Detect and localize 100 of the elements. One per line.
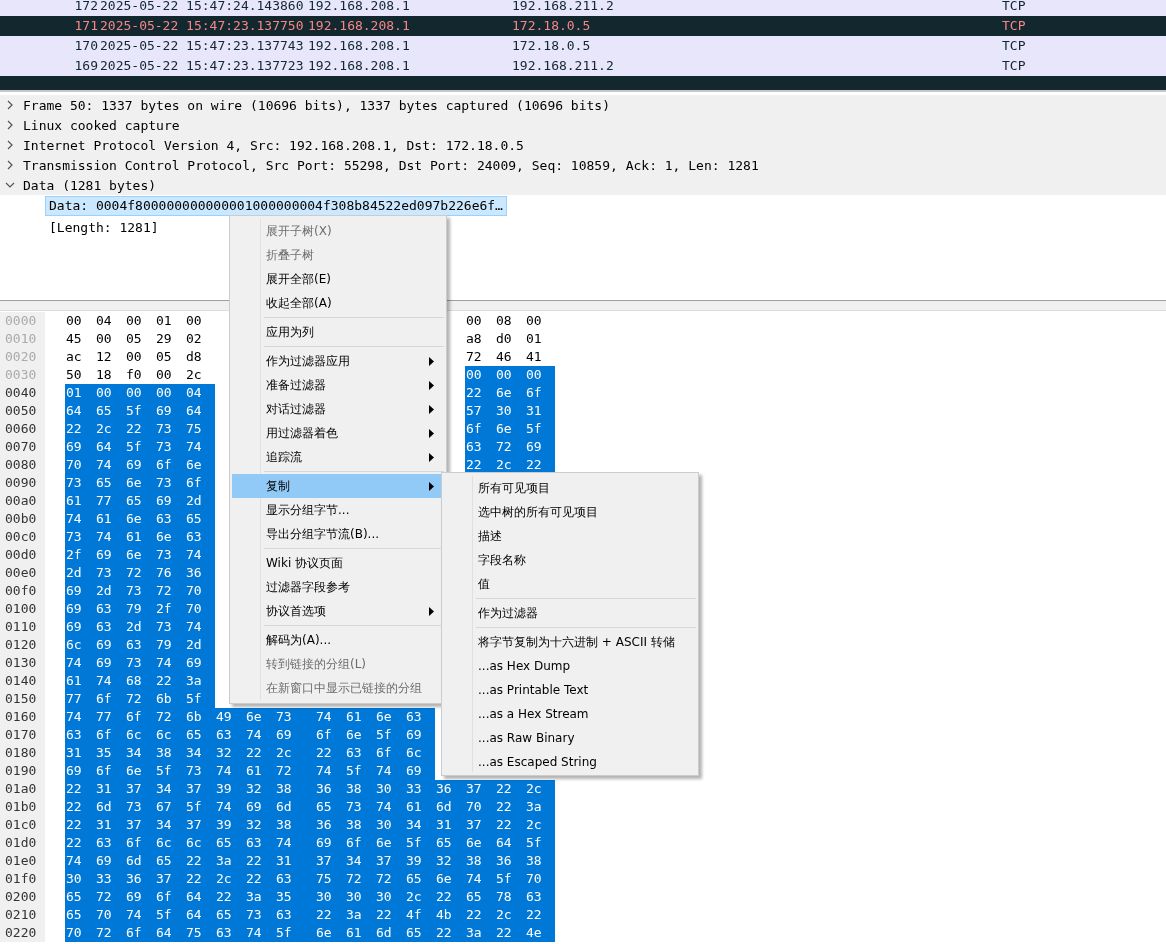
chevron-icon[interactable] (5, 100, 15, 110)
hex-offset: 0030 (0, 366, 45, 384)
hex-byte: 65 (185, 510, 215, 528)
hex-byte: 74 (95, 456, 125, 474)
hex-byte: 30 (375, 816, 405, 834)
packet-number: 172 (73, 0, 98, 15)
chevron-icon[interactable] (5, 180, 15, 190)
menu-item[interactable]: 作为过滤器应用 (232, 349, 444, 373)
menu-item[interactable]: 复制 (232, 474, 444, 498)
hex-byte: 79 (155, 636, 185, 654)
hex-byte: 01 (525, 330, 543, 348)
hex-byte: 22 (315, 744, 345, 762)
hex-offset: 0210 (0, 906, 45, 924)
hex-byte: 65 (315, 798, 345, 816)
hex-byte: 22 (435, 924, 465, 942)
menu-item[interactable]: 显示分组字节... (232, 498, 444, 522)
hex-byte: 22 (465, 384, 495, 402)
menu-item[interactable]: 字段名称 (444, 548, 696, 572)
hex-byte: 73 (125, 654, 155, 672)
hex-byte: 6e (245, 708, 275, 726)
hex-byte: 22 (495, 798, 525, 816)
submenu-arrow-icon (429, 452, 434, 462)
menu-item[interactable]: 用过滤器着色 (232, 421, 444, 445)
hex-byte: 69 (275, 726, 315, 744)
hex-byte: 22 (495, 780, 525, 798)
hex-byte: 69 (125, 888, 155, 906)
hex-byte: 2c (275, 744, 315, 762)
hex-byte: 36 (315, 816, 345, 834)
hex-byte: 61 (95, 510, 125, 528)
menu-item[interactable]: 将字节复制为十六进制 + ASCII 转储 (444, 630, 696, 654)
menu-item[interactable]: 协议首选项 (232, 599, 444, 623)
hex-byte: 22 (65, 780, 95, 798)
hex-offset: 01b0 (0, 798, 45, 816)
packet-row[interactable]: 169 2025-05-22 15:47:23.137723 192.168.208.1 192.168.211.2 TCP (0, 56, 1166, 76)
menu-item[interactable]: ...as a Hex Stream (444, 702, 696, 726)
tree-item[interactable]: [Length: 1281] (45, 218, 163, 238)
menu-item[interactable]: 值 (444, 572, 696, 596)
packet-row[interactable]: 170 2025-05-22 15:47:23.137743 192.168.208.1 172.18.0.5 TCP (0, 36, 1166, 56)
hex-byte: 70 (185, 582, 215, 600)
hex-byte: 64 (155, 924, 185, 942)
menu-item[interactable]: 作为过滤器 (444, 601, 696, 625)
hex-byte: 36 (185, 564, 215, 582)
hex-byte: 72 (155, 582, 185, 600)
hex-byte: 32 (245, 780, 275, 798)
hex-byte: 6f (155, 888, 185, 906)
hex-byte: 69 (65, 438, 95, 456)
packet-number: 171 (73, 17, 98, 35)
packet-row[interactable]: 171 2025-05-22 15:47:23.137750 192.168.208.1 172.18.0.5 TCP (0, 16, 1166, 36)
hex-offset: 00b0 (0, 510, 45, 528)
menu-item[interactable]: 追踪流 (232, 445, 444, 469)
hex-byte: 33 (95, 870, 125, 888)
hex-byte: 6c (65, 636, 95, 654)
hex-byte: 6c (155, 726, 185, 744)
tree-item[interactable]: Data: 0004f800000000000001000000004f308b84522ed097b226e6f… (45, 196, 507, 216)
hex-byte: 64 (95, 438, 125, 456)
tree-item[interactable]: Data (1281 bytes) (23, 177, 157, 193)
hex-byte: 6f (375, 744, 405, 762)
menu-item[interactable]: ...as Printable Text (444, 678, 696, 702)
hex-offset: 0130 (0, 654, 45, 672)
menu-item[interactable]: 过滤器字段参考 (232, 575, 444, 599)
hex-byte: 67 (155, 798, 185, 816)
menu-item[interactable]: ...as Raw Binary (444, 726, 696, 750)
hex-byte: 63 (525, 888, 555, 906)
menu-item[interactable]: Wiki 协议页面 (232, 551, 444, 575)
packet-row[interactable]: 172 2025-05-22 15:47:24.143860 192.168.208.1 192.168.211.2 TCP (0, 0, 1166, 16)
hex-byte: 6f (525, 384, 555, 402)
menu-item[interactable]: ...as Hex Dump (444, 654, 696, 678)
hex-byte: 22 (185, 852, 215, 870)
hex-byte: 63 (215, 924, 245, 942)
hex-byte: 73 (125, 582, 155, 600)
hex-offset: 0150 (0, 690, 45, 708)
menu-item[interactable]: 描述 (444, 524, 696, 548)
hex-byte: 38 (345, 780, 375, 798)
menu-item[interactable]: 展开全部(E) (232, 267, 444, 291)
chevron-icon[interactable] (5, 160, 15, 170)
menu-item[interactable]: 应用为列 (232, 320, 444, 344)
hex-byte: 6e (345, 726, 375, 744)
hex-byte: a8 (465, 330, 483, 348)
hex-byte: 37 (185, 816, 215, 834)
menu-item[interactable]: 选中树的所有可见项目 (444, 500, 696, 524)
hex-byte: 6b (185, 708, 215, 726)
hex-byte: 01 (65, 384, 95, 402)
hex-byte: 63 (95, 834, 125, 852)
menu-item[interactable]: 收起全部(A) (232, 291, 444, 315)
menu-item[interactable]: 导出分组字节流(B)... (232, 522, 444, 546)
menu-item[interactable]: 对话过滤器 (232, 397, 444, 421)
hex-byte: 74 (375, 798, 405, 816)
hex-byte: 32 (245, 816, 275, 834)
menu-item[interactable]: ...as Escaped String (444, 750, 696, 774)
chevron-icon[interactable] (5, 140, 15, 150)
tree-item[interactable]: Linux cooked capture (23, 117, 180, 133)
chevron-icon[interactable] (5, 120, 15, 130)
hex-byte: 2c (525, 816, 555, 834)
menu-item[interactable]: 准备过滤器 (232, 373, 444, 397)
packet-source: 192.168.208.1 (307, 17, 411, 35)
menu-item[interactable]: 所有可见项目 (444, 476, 696, 500)
menu-item[interactable]: 解码为(A)... (232, 628, 444, 652)
hex-byte: 39 (215, 780, 245, 798)
hex-byte: 69 (125, 456, 155, 474)
hex-byte: 22 (245, 852, 275, 870)
